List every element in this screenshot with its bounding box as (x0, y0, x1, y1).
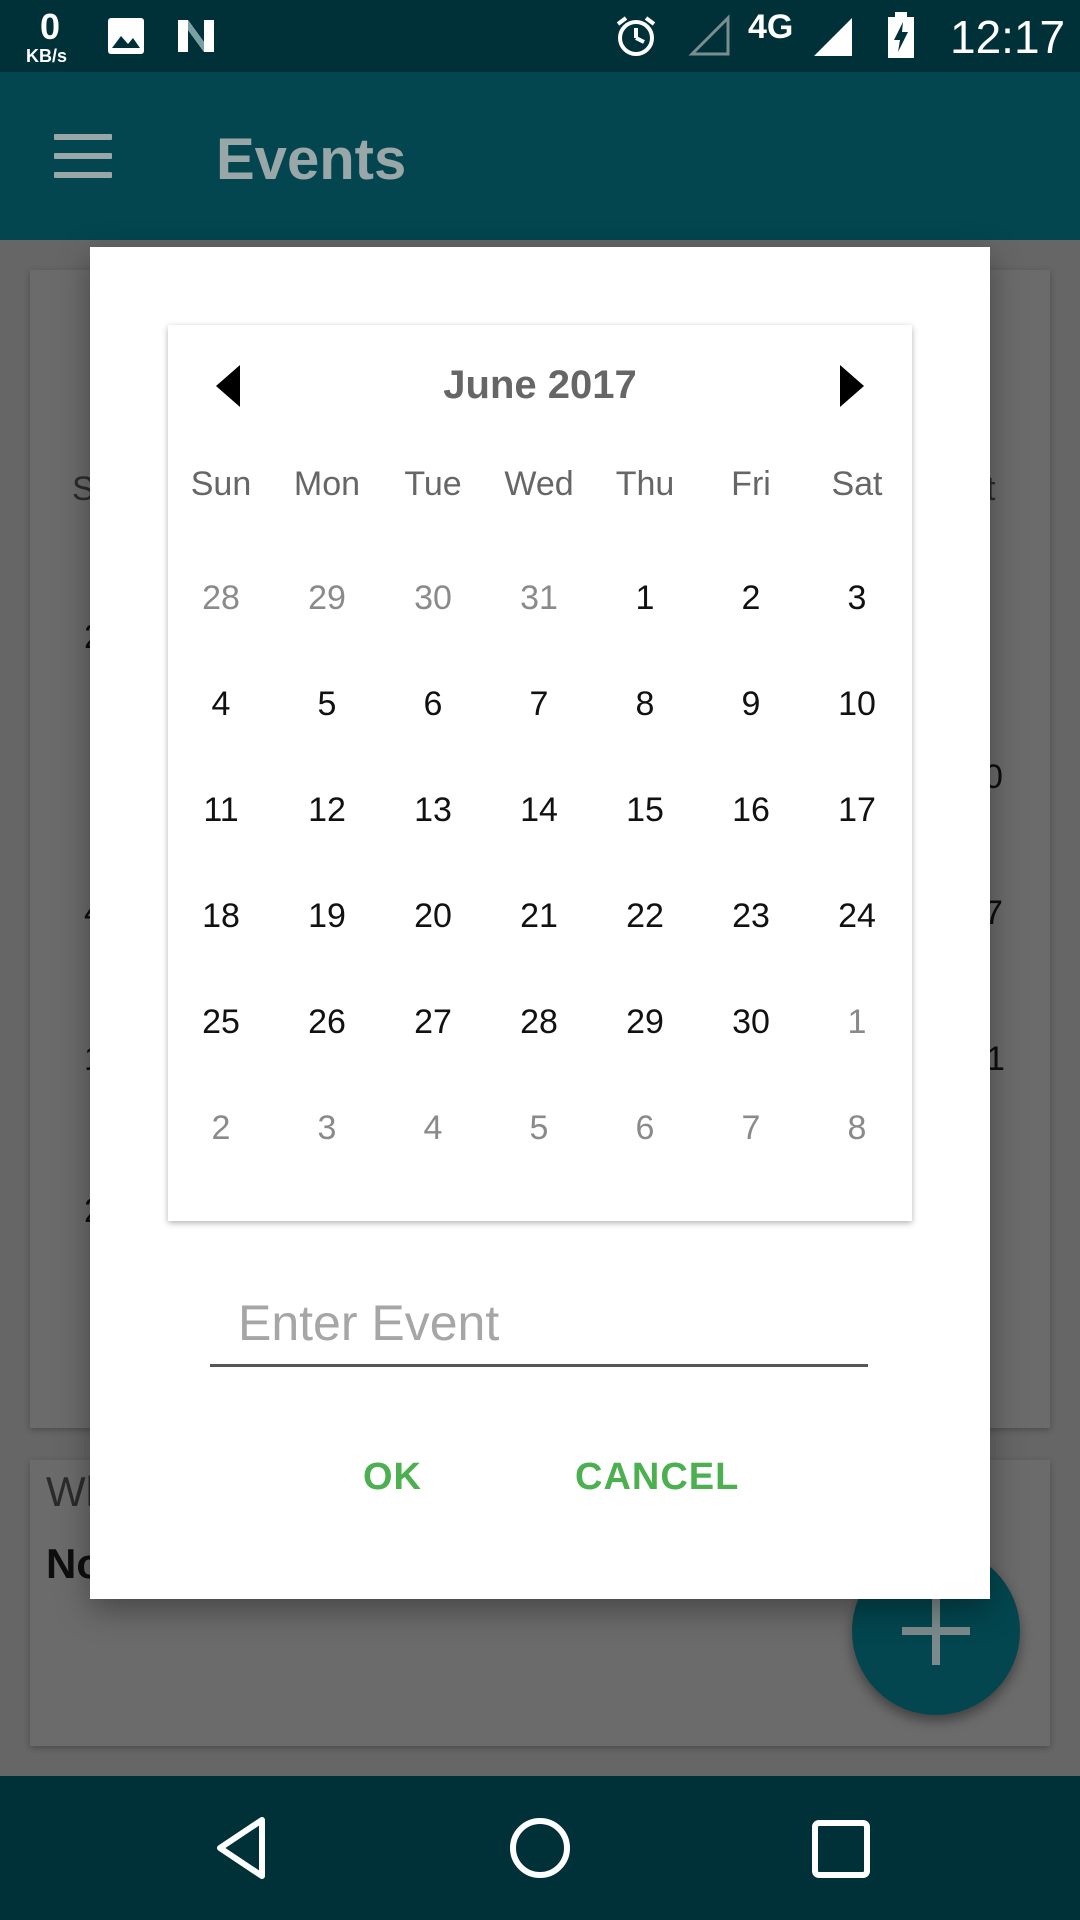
calendar-day[interactable]: 19 (274, 863, 380, 969)
home-icon[interactable] (504, 1812, 576, 1884)
calendar-day[interactable]: 4 (168, 651, 274, 757)
network-speed-value: 0 (40, 6, 61, 47)
calendar-day[interactable]: 18 (168, 863, 274, 969)
calendar-day[interactable]: 2 (698, 545, 804, 651)
alarm-icon (616, 16, 656, 56)
calendar-day[interactable]: 31 (486, 545, 592, 651)
recents-icon[interactable] (808, 1816, 874, 1882)
calendar-day[interactable]: 2 (168, 1075, 274, 1181)
n-icon (178, 20, 214, 52)
battery-charging-icon (888, 12, 914, 58)
weekday-label: Fri (731, 465, 771, 503)
calendar-view: June 2017 Sun Mon Tue Wed Thu Fri Sat 28… (168, 325, 912, 1221)
calendar-day[interactable]: 23 (698, 863, 804, 969)
calendar-day[interactable]: 13 (380, 757, 486, 863)
calendar-day[interactable]: 30 (698, 969, 804, 1075)
calendar-day[interactable]: 6 (592, 1075, 698, 1181)
calendar-day[interactable]: 30 (380, 545, 486, 651)
calendar-day[interactable]: 8 (592, 651, 698, 757)
signal-empty-icon (688, 14, 730, 56)
cancel-button[interactable]: CANCEL (575, 1447, 739, 1507)
menu-icon[interactable] (54, 134, 112, 178)
weekday-label: Sat (831, 465, 883, 503)
calendar-day[interactable]: 15 (592, 757, 698, 863)
calendar-day[interactable]: 26 (274, 969, 380, 1075)
calendar-day[interactable]: 16 (698, 757, 804, 863)
calendar-day[interactable]: 22 (592, 863, 698, 969)
calendar-day[interactable]: 28 (168, 545, 274, 651)
page-title: Events (216, 127, 407, 192)
calendar-day[interactable]: 3 (804, 545, 910, 651)
weekday-label: Sun (190, 465, 252, 503)
calendar-day[interactable]: 9 (698, 651, 804, 757)
calendar-day[interactable]: 7 (698, 1075, 804, 1181)
ok-button[interactable]: OK (363, 1447, 422, 1507)
calendar-day[interactable]: 6 (380, 651, 486, 757)
calendar-day[interactable]: 10 (804, 651, 910, 757)
app-bar (0, 72, 1080, 240)
calendar-day[interactable]: 11 (168, 757, 274, 863)
calendar-day[interactable]: 4 (380, 1075, 486, 1181)
calendar-day[interactable]: 5 (274, 651, 380, 757)
calendar-day[interactable]: 17 (804, 757, 910, 863)
calendar-month-label: June 2017 (443, 363, 637, 407)
status-time: 12:17 (950, 11, 1066, 63)
calendar-day[interactable]: 5 (486, 1075, 592, 1181)
network-type: 4G (748, 8, 794, 46)
weekday-label: Mon (293, 465, 361, 503)
weekday-label: Thu (615, 465, 675, 503)
calendar-day[interactable]: 29 (274, 545, 380, 651)
calendar-day[interactable]: 20 (380, 863, 486, 969)
status-bar: 0 KB/s 4G 12:17 (0, 0, 1080, 72)
calendar-day[interactable]: 29 (592, 969, 698, 1075)
calendar-day[interactable]: 24 (804, 863, 910, 969)
next-month-button[interactable] (824, 355, 874, 415)
event-input[interactable] (210, 1287, 868, 1367)
calendar-day[interactable]: 1 (804, 969, 910, 1075)
weekday-label: Wed (504, 465, 574, 503)
calendar-day[interactable]: 27 (380, 969, 486, 1075)
calendar-weekday-header: Sun Mon Tue Wed Thu Fri Sat (168, 459, 912, 509)
calendar-day[interactable]: 14 (486, 757, 592, 863)
calendar-day[interactable]: 25 (168, 969, 274, 1075)
navigation-bar (0, 1776, 1080, 1920)
calendar-day[interactable]: 28 (486, 969, 592, 1075)
calendar-day[interactable]: 12 (274, 757, 380, 863)
calendar-day[interactable]: 8 (804, 1075, 910, 1181)
signal-icon (814, 18, 852, 56)
calendar-day[interactable]: 3 (274, 1075, 380, 1181)
add-event-dialog: June 2017 Sun Mon Tue Wed Thu Fri Sat 28… (90, 247, 990, 1599)
back-icon[interactable] (208, 1812, 278, 1884)
calendar-day[interactable]: 7 (486, 651, 592, 757)
weekday-label: Tue (404, 465, 462, 503)
network-speed-unit: KB/s (26, 46, 68, 66)
image-icon (108, 18, 144, 54)
calendar-day[interactable]: 21 (486, 863, 592, 969)
calendar-day[interactable]: 1 (592, 545, 698, 651)
